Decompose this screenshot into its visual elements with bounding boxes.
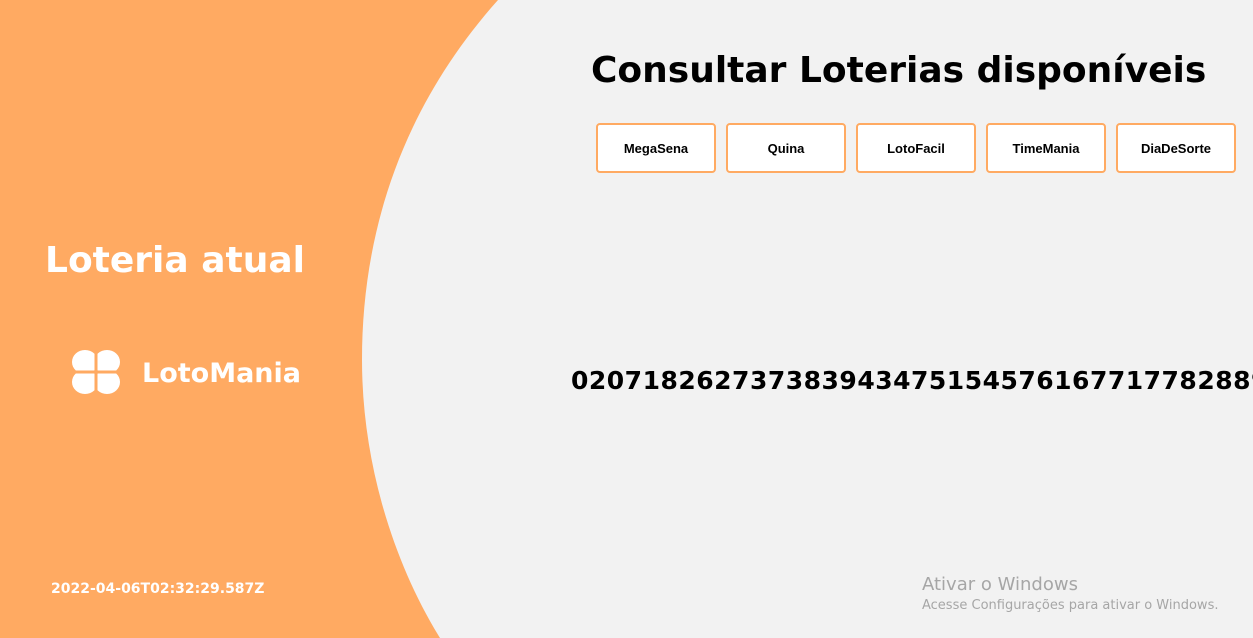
current-lottery-panel: Loteria atual LotoMania 2022-04-06T02:32… [0,0,350,638]
current-lottery-heading: Loteria atual [45,240,305,281]
timestamp: 2022-04-06T02:32:29.587Z [51,581,265,597]
lotofacil-button[interactable]: LotoFacil [856,123,976,173]
drawn-numbers: 0207182627373839434751545761677177828899 [571,366,1253,395]
lottery-brand: LotoMania [70,348,301,398]
lottery-name: LotoMania [142,357,301,389]
watermark-subtitle: Acesse Configurações para ativar o Windo… [922,598,1219,613]
quina-button[interactable]: Quina [726,123,846,173]
lottery-query-section: Consultar Loterias disponíveis MegaSena … [540,0,1253,638]
diadesorte-button[interactable]: DiaDeSorte [1116,123,1236,173]
watermark-title: Ativar o Windows [922,574,1078,595]
timemania-button[interactable]: TimeMania [986,123,1106,173]
lottery-button-group: MegaSena Quina LotoFacil TimeMania DiaDe… [596,123,1236,173]
app-page: Loteria atual LotoMania 2022-04-06T02:32… [0,0,1253,638]
clover-icon [72,350,120,396]
page-title: Consultar Loterias disponíveis [591,50,1207,91]
windows-activation-watermark: Ativar o Windows Acesse Configurações pa… [922,574,1218,616]
megasena-button[interactable]: MegaSena [596,123,716,173]
